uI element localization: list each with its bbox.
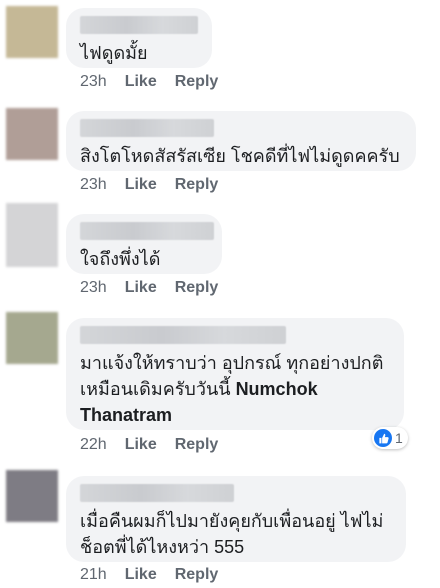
comment-actions: 23h Like Reply [80,73,236,91]
blurred-author-name [80,222,214,240]
reply-button[interactable]: Reply [175,436,219,454]
blurred-author-name [80,16,198,34]
comment-text-body: มาแจ้งให้ทราบว่า อุปกรณ์ ทุกอย่างปกติ เห… [80,353,384,399]
avatar[interactable] [6,203,58,267]
comment-actions: 22h Like Reply [80,436,236,454]
reply-button[interactable]: Reply [175,279,219,297]
comment-bubble: สิงโตโหดสัสรัสเซีย โชคดีที่ไฟไม่ดูดคครับ [66,111,416,171]
comment-actions: 23h Like Reply [80,176,236,194]
avatar[interactable] [6,108,58,160]
like-button[interactable]: Like [125,279,157,297]
avatar[interactable] [6,470,58,522]
reply-button[interactable]: Reply [175,73,219,91]
comment-text: ไฟดูดมั้ย [80,43,148,63]
timestamp[interactable]: 23h [80,176,107,194]
comment-text: เมื่อคืนผมก็ไปมายังคุยกับเพื่อนอยู่ ไฟไม… [80,511,384,557]
like-button[interactable]: Like [125,566,157,584]
comment-actions: 23h Like Reply [80,279,236,297]
timestamp[interactable]: 22h [80,436,107,454]
reaction-count: 1 [395,430,403,446]
reply-button[interactable]: Reply [175,176,219,194]
thumbs-up-icon [374,429,392,447]
timestamp[interactable]: 23h [80,73,107,91]
blurred-author-name [80,326,286,344]
comment-text: มาแจ้งให้ทราบว่า อุปกรณ์ ทุกอย่างปกติ เห… [80,350,390,428]
reaction-badge[interactable]: 1 [372,427,408,449]
avatar[interactable] [6,6,58,58]
timestamp[interactable]: 21h [80,566,107,584]
comment-text: ใจถึงพึ่งได้ [80,249,161,269]
reply-button[interactable]: Reply [175,566,219,584]
comment-bubble: ไฟดูดมั้ย [66,8,212,68]
blurred-author-name [80,119,214,137]
timestamp[interactable]: 23h [80,279,107,297]
comment-bubble: เมื่อคืนผมก็ไปมายังคุยกับเพื่อนอยู่ ไฟไม… [66,476,406,562]
like-button[interactable]: Like [125,73,157,91]
comment-bubble: ใจถึงพึ่งได้ [66,214,222,274]
like-button[interactable]: Like [125,436,157,454]
comment-bubble: มาแจ้งให้ทราบว่า อุปกรณ์ ทุกอย่างปกติ เห… [66,318,404,430]
comment-actions: 21h Like Reply [80,566,236,584]
comment-text: สิงโตโหดสัสรัสเซีย โชคดีที่ไฟไม่ดูดคครับ [80,146,400,166]
avatar[interactable] [6,312,58,364]
like-button[interactable]: Like [125,176,157,194]
blurred-author-name [80,484,234,502]
